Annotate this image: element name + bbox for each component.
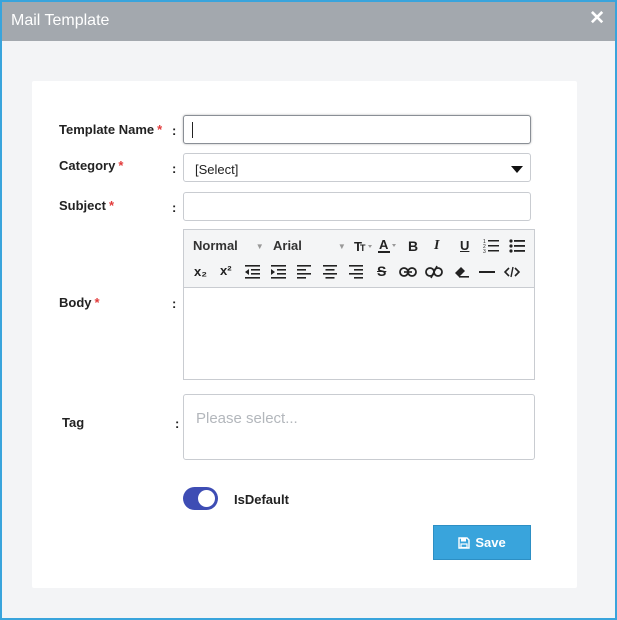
category-select[interactable]: [Select]	[183, 153, 531, 182]
body-label: Body *	[59, 295, 100, 310]
font-family-value: Arial	[273, 238, 302, 253]
svg-text:3: 3	[483, 249, 486, 254]
unordered-list-icon[interactable]	[509, 238, 525, 254]
template-name-input[interactable]	[183, 115, 531, 144]
dropdown-arrow-icon: ▼	[337, 241, 346, 251]
strikethrough-icon[interactable]: S	[377, 264, 386, 278]
font-size-icon[interactable]: TT	[354, 239, 374, 253]
text-cursor	[192, 122, 193, 138]
required-marker: *	[108, 198, 115, 213]
template-name-label: Template Name *	[59, 122, 162, 137]
svg-text:A: A	[379, 238, 389, 252]
code-view-icon[interactable]	[504, 266, 520, 278]
colon: :	[172, 161, 177, 176]
required-marker: *	[118, 158, 124, 173]
editor-toolbar: Normal ▼ Arial ▼ TT A B I U 123 x₂ x² S	[184, 230, 534, 288]
align-left-icon[interactable]	[297, 265, 311, 279]
link-icon[interactable]	[399, 266, 417, 278]
form-card: Template Name * : Category * : [Select] Su…	[32, 81, 577, 588]
body-label-text: Body	[59, 295, 92, 310]
indent-icon[interactable]	[271, 265, 286, 279]
colon: :	[172, 200, 177, 215]
tag-multiselect[interactable]: Please select...	[183, 394, 535, 460]
close-icon[interactable]: ✕	[589, 9, 605, 29]
save-button-label: Save	[475, 535, 506, 550]
eraser-icon[interactable]	[452, 264, 470, 279]
is-default-label: IsDefault	[234, 492, 289, 507]
dialog-title: Mail Template	[11, 12, 110, 29]
horizontal-rule-icon[interactable]	[479, 270, 495, 274]
required-marker: *	[157, 122, 163, 137]
floppy-disk-icon	[458, 536, 471, 549]
align-right-icon[interactable]	[349, 265, 363, 279]
colon: :	[172, 123, 177, 138]
font-style-value: Normal	[193, 238, 238, 253]
ordered-list-icon[interactable]: 123	[483, 238, 499, 254]
mail-template-dialog: Mail Template ✕ Template Name * : Categor…	[0, 0, 617, 620]
save-button[interactable]: Save	[433, 525, 531, 560]
tag-placeholder: Please select...	[196, 410, 298, 427]
toggle-knob	[198, 490, 215, 507]
subject-label: Subject *	[59, 198, 114, 213]
caret-down-icon	[511, 166, 523, 173]
bold-icon[interactable]: B	[408, 239, 418, 253]
outdent-icon[interactable]	[245, 265, 260, 279]
subscript-icon[interactable]: x₂	[194, 265, 207, 279]
dropdown-arrow-icon: ▼	[255, 241, 264, 251]
category-label-text: Category	[59, 158, 116, 173]
colon: :	[175, 416, 180, 431]
svg-text:T: T	[360, 243, 366, 253]
unlink-icon[interactable]	[425, 265, 443, 279]
body-rich-text-editor: Normal ▼ Arial ▼ TT A B I U 123 x₂ x² S	[183, 229, 535, 380]
editor-content-area[interactable]	[184, 289, 534, 379]
dialog-titlebar: Mail Template ✕	[2, 2, 615, 41]
tag-label: Tag	[62, 415, 85, 430]
colon: :	[172, 296, 177, 311]
superscript-icon[interactable]: x²	[220, 264, 232, 278]
required-marker: *	[94, 295, 100, 310]
align-center-icon[interactable]	[323, 265, 337, 279]
font-family-dropdown[interactable]: Arial ▼	[273, 239, 346, 254]
is-default-toggle[interactable]	[183, 487, 218, 510]
subject-input[interactable]	[183, 192, 531, 221]
italic-icon[interactable]: I	[434, 239, 439, 253]
font-style-dropdown[interactable]: Normal ▼	[193, 239, 264, 254]
category-label: Category *	[59, 158, 123, 173]
underline-icon[interactable]: U	[460, 239, 469, 253]
subject-label-text: Subject	[59, 198, 106, 213]
category-selected-value: [Select]	[195, 162, 239, 177]
font-color-icon[interactable]: A	[378, 238, 398, 254]
template-name-label-text: Template Name	[59, 122, 155, 137]
